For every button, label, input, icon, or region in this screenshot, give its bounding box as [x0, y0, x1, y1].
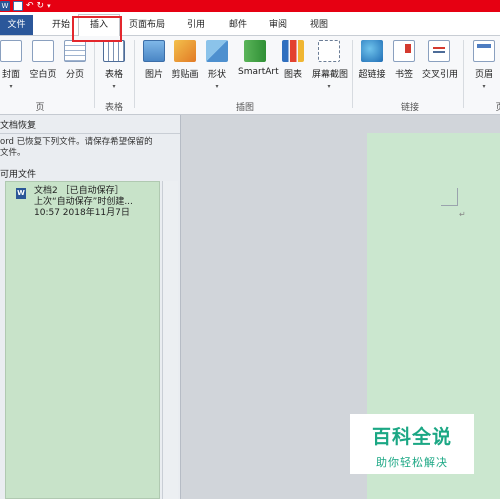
recovered-file-info: 上次“自动保存”时创建... [34, 197, 133, 207]
undo-icon[interactable]: ↶ [26, 1, 34, 11]
cross-reference-icon [428, 40, 450, 62]
chart-icon [282, 40, 304, 62]
save-icon[interactable] [13, 1, 23, 11]
screenshot-button[interactable]: 屏幕截图 ▾ [312, 40, 349, 90]
table-label: 表格 [104, 70, 123, 80]
hyperlink-button[interactable]: 超链接 [355, 40, 389, 80]
header-icon [473, 40, 495, 62]
redo-icon[interactable]: ↻ [37, 1, 45, 11]
smartart-label: SmartArt [238, 67, 279, 77]
screenshot-icon [318, 40, 340, 62]
chevron-down-icon: ▾ [9, 83, 13, 90]
tab-review[interactable]: 审阅 [264, 15, 292, 35]
watermark-subtitle: 助你轻松解决 [376, 456, 448, 469]
page-break-label: 分页 [65, 70, 84, 80]
chevron-down-icon: ▾ [482, 83, 486, 90]
group-label-header-footer: 页 [495, 103, 500, 113]
picture-button[interactable]: 图片 [137, 40, 171, 80]
smartart-icon [244, 40, 266, 62]
shapes-button[interactable]: 形状 ▾ [200, 40, 234, 90]
description-line-2: 文件。 [0, 148, 26, 158]
word-icon[interactable]: W [0, 1, 10, 11]
header-button[interactable]: 页眉 ▾ [467, 40, 500, 90]
chart-button[interactable]: 图表 [276, 40, 310, 80]
crop-mark [441, 205, 458, 206]
tab-mailings[interactable]: 邮件 [224, 15, 252, 35]
chevron-down-icon: ▾ [215, 83, 219, 90]
recovered-files-list: W 文档2 ［已自动保存］ 上次“自动保存”时创建... 10:57 2018年… [5, 181, 160, 499]
document-recovery-pane: 文档恢复 ord 已恢复下列文件。请保存希望保留的 文件。 可用文件 W 文档2… [0, 115, 181, 499]
recovered-file-text: 文档2 ［已自动保存］ 上次“自动保存”时创建... 10:57 2018年11… [34, 186, 133, 219]
cover-page-label: 封面 [1, 70, 20, 80]
blank-page-button[interactable]: 空白页 [26, 40, 60, 80]
cross-reference-button[interactable]: 交叉引用 [422, 40, 459, 80]
shapes-icon [206, 40, 228, 62]
shapes-label: 形状 [207, 70, 226, 80]
tab-page-layout[interactable]: 页面布局 [124, 15, 170, 35]
bookmark-label: 书签 [394, 70, 413, 80]
clip-art-label: 剪贴画 [171, 70, 199, 80]
tab-view[interactable]: 视图 [305, 15, 333, 35]
group-separator [94, 40, 95, 108]
cover-page-icon [0, 40, 22, 62]
page-break-icon [64, 40, 86, 62]
table-icon [103, 40, 125, 62]
tab-insert[interactable]: 插入 [78, 14, 120, 36]
crop-mark [457, 188, 458, 205]
ribbon-tabs: 文件 开始 插入 页面布局 引用 邮件 审阅 视图 [0, 12, 500, 36]
clip-art-icon [174, 40, 196, 62]
group-separator [134, 40, 135, 108]
hyperlink-label: 超链接 [358, 70, 386, 80]
customize-dropdown-icon[interactable]: ▾ [47, 1, 51, 11]
recovery-pane-description: ord 已恢复下列文件。请保存希望保留的 文件。 [0, 137, 172, 159]
quick-access-toolbar: W ↶ ↻ ▾ [0, 0, 54, 12]
screenshot-label: 屏幕截图 [312, 70, 349, 80]
bookmark-icon [393, 40, 415, 62]
clip-art-button[interactable]: 剪贴画 [168, 40, 202, 80]
tab-home[interactable]: 开始 [46, 15, 76, 35]
bookmark-button[interactable]: 书签 [387, 40, 421, 80]
blank-page-label: 空白页 [29, 70, 57, 80]
group-label-links: 链接 [400, 103, 419, 113]
table-button[interactable]: 表格 ▾ [97, 40, 131, 90]
title-bar [0, 0, 500, 12]
blank-page-icon [32, 40, 54, 62]
chevron-down-icon: ▾ [327, 83, 331, 90]
description-line-1: ord 已恢复下列文件。请保存希望保留的 [0, 137, 153, 147]
recovery-pane-title: 文档恢复 [0, 119, 180, 134]
pane-scrollbar[interactable] [162, 181, 178, 499]
group-label-illustrations: 插图 [235, 103, 254, 113]
chart-label: 图表 [283, 70, 302, 80]
page-break-button[interactable]: 分页 [58, 40, 92, 80]
chevron-down-icon: ▾ [112, 83, 116, 90]
group-label-tables: 表格 [104, 103, 123, 113]
group-separator [352, 40, 353, 108]
smartart-button[interactable]: SmartArt [238, 40, 279, 77]
recovered-file-name: 文档2 ［已自动保存］ [34, 186, 124, 196]
tab-references[interactable]: 引用 [182, 15, 210, 35]
available-files-label: 可用文件 [0, 170, 37, 180]
watermark-logo: 百科全说 助你轻松解决 [350, 414, 474, 474]
cross-reference-label: 交叉引用 [422, 70, 459, 80]
recovered-file-time: 10:57 2018年11月7日 [34, 208, 130, 218]
globe-link-icon [361, 40, 383, 62]
group-separator [463, 40, 464, 108]
word-document-icon: W [16, 188, 26, 199]
picture-icon [143, 40, 165, 62]
watermark-title: 百科全说 [371, 426, 452, 448]
picture-label: 图片 [144, 70, 163, 80]
ribbon: 封面 ▾ 空白页 分页 页 表格 ▾ 表格 图片 剪贴画 形状 ▾ SmartA… [0, 36, 500, 115]
paragraph-mark: ↵ [459, 210, 466, 219]
cover-page-button[interactable]: 封面 ▾ [0, 40, 28, 90]
header-label: 页眉 [474, 70, 493, 80]
tab-file[interactable]: 文件 [0, 15, 33, 35]
group-label-pages: 页 [35, 103, 45, 113]
